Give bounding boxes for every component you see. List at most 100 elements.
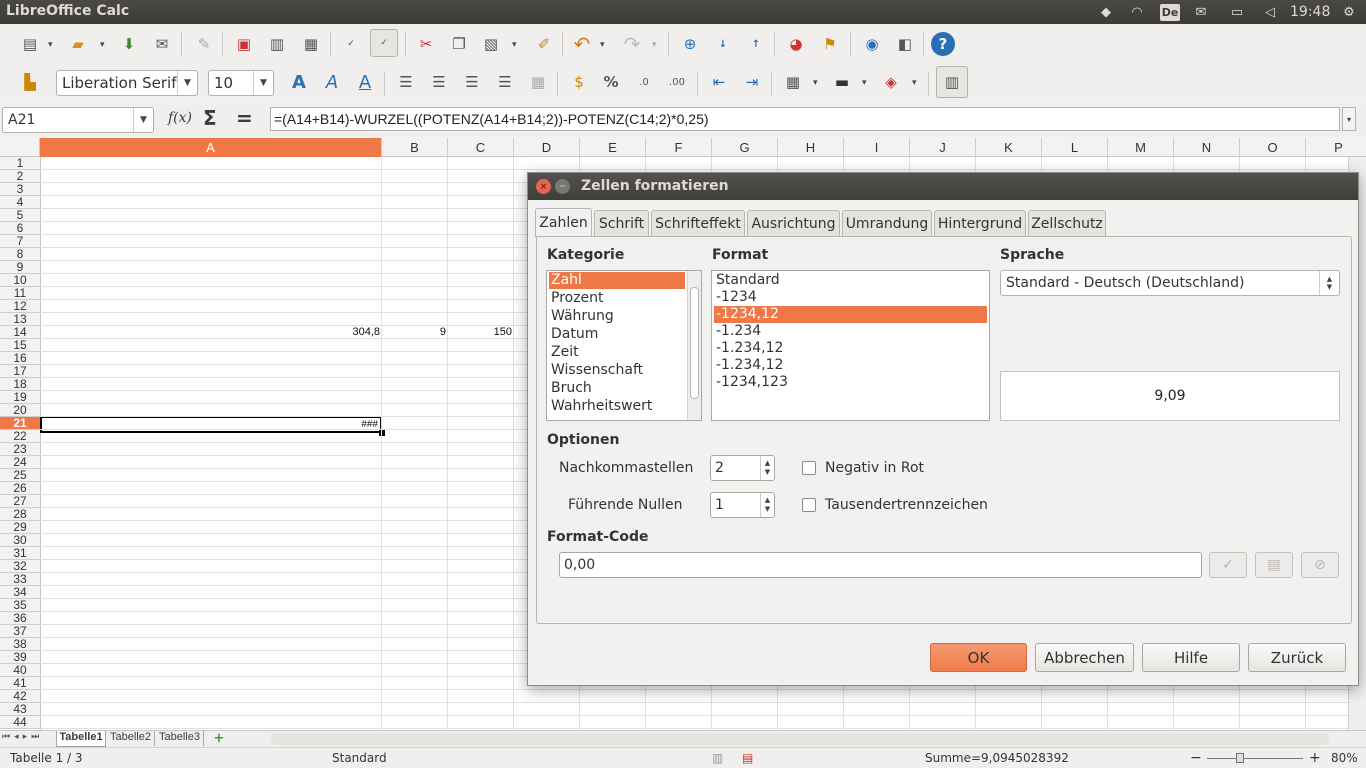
font-size-combo[interactable]: 10 ▼ bbox=[208, 70, 274, 96]
tab-umrandung[interactable]: Umrandung bbox=[842, 210, 932, 236]
format-item[interactable]: Standard bbox=[714, 272, 987, 289]
italic-icon[interactable]: A bbox=[318, 68, 346, 96]
save-icon[interactable]: ⬇ bbox=[115, 30, 143, 58]
sum-icon[interactable]: Σ bbox=[203, 106, 217, 130]
column-header[interactable]: G bbox=[712, 138, 778, 157]
page-style[interactable]: Standard bbox=[332, 751, 387, 765]
decrease-indent-icon[interactable]: ⇤ bbox=[705, 68, 733, 96]
settings-gear-icon[interactable]: ⚙ bbox=[1338, 0, 1360, 24]
thousands-separator-label[interactable]: Tausendertrennzeichen bbox=[825, 497, 988, 513]
new-dropdown-arrow[interactable]: ▾ bbox=[48, 40, 53, 50]
formula-input[interactable]: =(A14+B14)-WURZEL((POTENZ(A14+B14;2))-PO… bbox=[270, 107, 1340, 131]
category-item[interactable]: Bruch bbox=[549, 380, 685, 397]
category-item[interactable]: Datum bbox=[549, 326, 685, 343]
column-header[interactable]: O bbox=[1240, 138, 1306, 157]
tab-hintergrund[interactable]: Hintergrund bbox=[934, 210, 1026, 236]
format-item[interactable]: -1234,123 bbox=[714, 374, 987, 391]
align-center-icon[interactable]: ☰ bbox=[425, 68, 453, 96]
category-item[interactable]: Währung bbox=[549, 308, 685, 325]
column-header[interactable]: I bbox=[844, 138, 910, 157]
sheet-tab-2[interactable]: Tabelle2 bbox=[107, 731, 155, 746]
autospellcheck-icon[interactable]: ✓ bbox=[370, 29, 398, 57]
minimize-icon[interactable]: − bbox=[555, 179, 570, 194]
close-icon[interactable]: × bbox=[536, 179, 551, 194]
chevron-down-icon[interactable]: ▼ bbox=[177, 71, 197, 95]
column-header[interactable]: J bbox=[910, 138, 976, 157]
column-header[interactable]: K bbox=[976, 138, 1042, 157]
category-item[interactable]: Prozent bbox=[549, 290, 685, 307]
category-scrollbar[interactable] bbox=[687, 271, 701, 420]
function-wizard-icon[interactable]: f(x) bbox=[168, 110, 192, 126]
column-header[interactable]: A bbox=[40, 138, 382, 157]
zoom-in-icon[interactable]: + bbox=[1309, 750, 1321, 766]
zoom-slider-thumb[interactable] bbox=[1236, 753, 1244, 763]
column-header[interactable]: P bbox=[1306, 138, 1366, 157]
spellcheck-icon[interactable]: ✓ bbox=[337, 30, 365, 58]
cell-c14[interactable]: 150 bbox=[448, 326, 512, 338]
column-header[interactable]: D bbox=[514, 138, 580, 157]
borders-icon[interactable]: ▦ bbox=[779, 68, 807, 96]
sheet-tab-1[interactable]: Tabelle1 bbox=[56, 731, 106, 747]
edit-file-icon[interactable]: ✎ bbox=[190, 30, 218, 58]
new-document-icon[interactable]: ▤ bbox=[16, 30, 44, 58]
format-item[interactable]: -1.234,12 bbox=[714, 340, 987, 357]
bold-icon[interactable]: A bbox=[285, 68, 313, 96]
toggle-grid-icon[interactable]: ▥ bbox=[936, 66, 968, 98]
add-sheet-icon[interactable]: + bbox=[208, 731, 230, 746]
background-dropdown-arrow[interactable]: ▾ bbox=[862, 78, 867, 88]
thousands-separator-checkbox[interactable] bbox=[802, 498, 816, 512]
tab-zellschutz[interactable]: Zellschutz bbox=[1028, 210, 1106, 236]
format-code-input[interactable]: 0,00 bbox=[559, 552, 1202, 578]
email-document-icon[interactable]: ✉ bbox=[148, 30, 176, 58]
tab-ausrichtung[interactable]: Ausrichtung bbox=[747, 210, 840, 236]
sheet-tab-3[interactable]: Tabelle3 bbox=[156, 731, 204, 746]
name-box[interactable]: A21 ▼ bbox=[2, 107, 154, 133]
column-header[interactable]: C bbox=[448, 138, 514, 157]
align-left-icon[interactable]: ☰ bbox=[392, 68, 420, 96]
insert-chart-icon[interactable]: ◕ bbox=[782, 30, 810, 58]
font-color-icon[interactable]: ◈ bbox=[877, 68, 905, 96]
zoom-slider[interactable] bbox=[1207, 758, 1303, 759]
selection-mode-icon[interactable]: ▥ bbox=[712, 751, 723, 765]
open-folder-icon[interactable]: ▰ bbox=[64, 30, 92, 58]
redo-icon[interactable]: ↷ bbox=[618, 30, 646, 58]
zoom-level[interactable]: 80% bbox=[1331, 751, 1358, 765]
print-icon[interactable]: ▥ bbox=[263, 30, 291, 58]
leading-zeros-stepper[interactable]: 1 ▲ ▼ bbox=[710, 492, 775, 518]
cell-b14[interactable]: 9 bbox=[382, 326, 446, 338]
format-list[interactable]: Standard -1234 -1234,12 -1.234 -1.234,12 -1.2… bbox=[711, 270, 990, 421]
print-preview-icon[interactable]: ▦ bbox=[297, 30, 325, 58]
chevron-down-icon[interactable]: ▼ bbox=[253, 71, 273, 95]
stepper-arrows-icon[interactable]: ▲ ▼ bbox=[760, 493, 774, 517]
volume-icon[interactable]: ◁ bbox=[1258, 0, 1282, 24]
stepper-arrows-icon[interactable]: ▲ ▼ bbox=[760, 456, 774, 480]
mail-icon[interactable]: ✉ bbox=[1190, 0, 1212, 24]
undo-icon[interactable]: ↶ bbox=[568, 30, 596, 58]
function-equals-icon[interactable]: = bbox=[236, 106, 253, 130]
column-header[interactable]: H bbox=[778, 138, 844, 157]
undo-dropdown-arrow[interactable]: ▾ bbox=[600, 40, 605, 50]
tab-schrifteffekt[interactable]: Schrifteffekt bbox=[651, 210, 745, 236]
navigator-icon[interactable]: ◉ bbox=[858, 30, 886, 58]
sort-descending-icon[interactable]: ↑ bbox=[742, 30, 770, 58]
column-header[interactable]: N bbox=[1174, 138, 1240, 157]
tab-zahlen[interactable]: Zahlen bbox=[535, 208, 592, 237]
percent-format-icon[interactable]: % bbox=[597, 68, 625, 96]
category-item[interactable]: Zeit bbox=[549, 344, 685, 361]
format-item[interactable]: -1.234,12 bbox=[714, 357, 987, 374]
cell-a14[interactable]: 304,8 bbox=[300, 326, 380, 338]
currency-format-icon[interactable]: $ bbox=[565, 68, 593, 96]
apply-code-checkmark-icon[interactable]: ✓ bbox=[1209, 552, 1247, 578]
category-item[interactable]: Wahrheitswert bbox=[549, 398, 685, 415]
dropbox-icon[interactable]: ◆ bbox=[1095, 0, 1117, 24]
keyboard-layout-indicator[interactable]: De bbox=[1160, 4, 1180, 21]
row-header[interactable]: 44 bbox=[0, 716, 40, 729]
edit-comment-icon[interactable]: ▤ bbox=[1255, 552, 1293, 578]
column-header[interactable]: F bbox=[646, 138, 712, 157]
chevron-down-icon[interactable]: ▼ bbox=[133, 108, 153, 132]
category-item[interactable]: Zahl bbox=[549, 272, 685, 289]
format-item[interactable]: -1234 bbox=[714, 289, 987, 306]
styles-formatting-icon[interactable]: ▙ bbox=[16, 68, 44, 96]
zoom-out-icon[interactable]: − bbox=[1190, 750, 1202, 766]
spin-updown-icon[interactable]: ▲ ▼ bbox=[1319, 271, 1339, 295]
